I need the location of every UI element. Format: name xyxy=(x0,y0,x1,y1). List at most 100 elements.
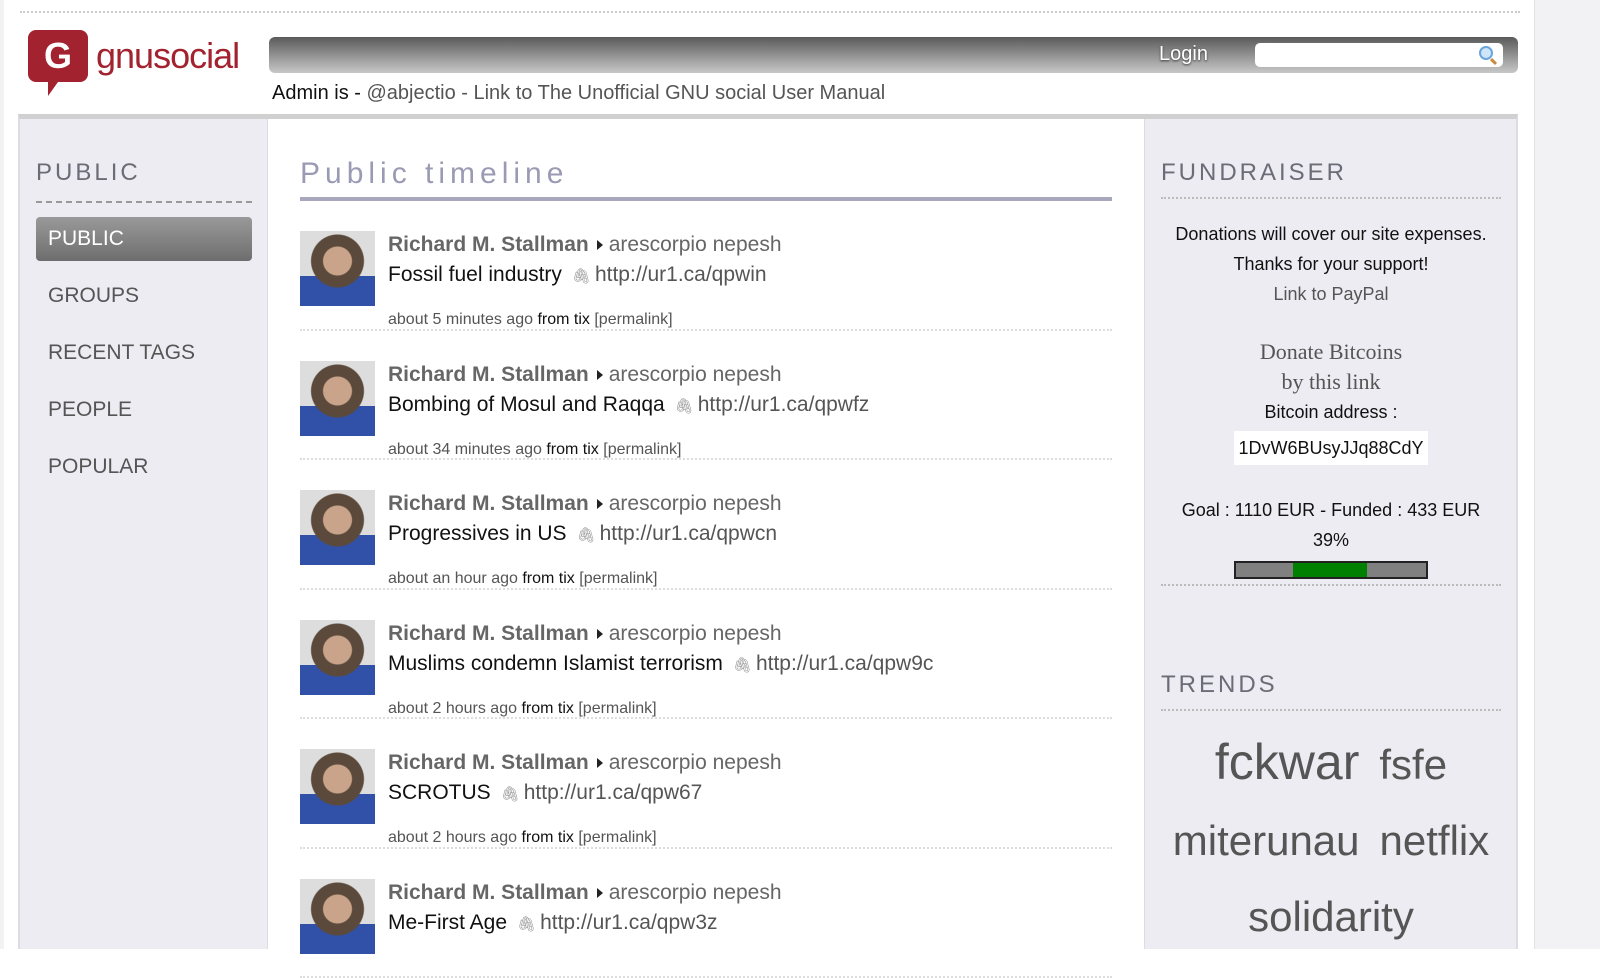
arrow-right-icon xyxy=(597,499,603,509)
notice-content: Bombing of Mosul and Raqqa 🖇http://ur1.ca… xyxy=(388,393,869,417)
notice-list: Richard M. Stallman arescorpio nepesh Fos… xyxy=(300,201,1112,978)
notice-text: SCROTUS xyxy=(388,781,491,804)
sidebar-item-recent-tags[interactable]: RECENT TAGS xyxy=(36,331,252,375)
percent-text: 39% xyxy=(1145,525,1517,555)
recipient-link[interactable]: arescorpio nepesh xyxy=(609,751,782,774)
logo-text: gnusocial xyxy=(96,35,239,77)
recipient-link[interactable]: arescorpio nepesh xyxy=(609,363,782,386)
notice-link[interactable]: http://ur1.ca/qpw3z xyxy=(540,911,717,934)
right-sidebar: FUNDRAISER Donations will cover our site… xyxy=(1144,119,1516,949)
timestamp-link[interactable]: about 5 minutes ago xyxy=(388,311,533,328)
notice-text: Fossil fuel industry xyxy=(388,263,562,286)
avatar[interactable] xyxy=(300,879,375,954)
notice-text: Muslims condemn Islamist terrorism xyxy=(388,652,723,675)
notice-link[interactable]: http://ur1.ca/qpwfz xyxy=(698,393,870,416)
notice: Richard M. Stallman arescorpio nepesh Fos… xyxy=(300,201,1112,331)
notice-text: Bombing of Mosul and Raqqa xyxy=(388,393,665,416)
site-logo[interactable]: G gnusocial xyxy=(28,30,239,82)
recipient-link[interactable]: arescorpio nepesh xyxy=(609,233,782,256)
timestamp-link[interactable]: about 34 minutes ago xyxy=(388,441,542,458)
permalink[interactable]: [permalink] xyxy=(579,570,657,587)
login-link[interactable]: Login xyxy=(1159,43,1208,66)
notice-meta: about 34 minutes ago from tix [permalink… xyxy=(388,441,682,459)
author-link[interactable]: Richard M. Stallman xyxy=(388,881,589,904)
funding-progress-bar xyxy=(1234,561,1428,579)
author-link[interactable]: Richard M. Stallman xyxy=(388,751,589,774)
sidebar-nav: PUBLIC GROUPS RECENT TAGS PEOPLE POPULAR xyxy=(36,217,252,502)
manual-link[interactable]: @abjectio - Link to The Unofficial GNU s… xyxy=(366,82,885,104)
timestamp-link[interactable]: about 2 hours ago xyxy=(388,700,517,717)
trend-tag[interactable]: fckwar xyxy=(1215,734,1359,790)
notice: Richard M. Stallman arescorpio nepesh Me-… xyxy=(300,849,1112,978)
donate-bitcoins-link[interactable]: by this link xyxy=(1145,367,1517,397)
trend-tag[interactable]: miterunau xyxy=(1173,817,1360,864)
notice-link[interactable]: http://ur1.ca/qpw9c xyxy=(756,652,933,675)
notice-header: Richard M. Stallman arescorpio nepesh xyxy=(388,622,782,646)
bitcoin-label: Bitcoin address : xyxy=(1145,397,1517,427)
progress-fill xyxy=(1293,563,1367,577)
notice-link[interactable]: http://ur1.ca/qpwin xyxy=(595,263,767,286)
fundraiser-section: Donations will cover our site expenses. … xyxy=(1145,219,1517,579)
arrow-right-icon xyxy=(597,629,603,639)
bitcoin-address[interactable]: 1DvW6BUsyJJq88CdY xyxy=(1234,431,1427,465)
page-edge xyxy=(0,0,4,949)
logo-icon: G xyxy=(28,30,88,82)
avatar[interactable] xyxy=(300,361,375,436)
page-edge xyxy=(1534,0,1600,949)
avatar[interactable] xyxy=(300,490,375,565)
paypal-link[interactable]: Link to PayPal xyxy=(1273,284,1388,304)
search-input[interactable] xyxy=(1255,43,1503,67)
author-link[interactable]: Richard M. Stallman xyxy=(388,233,589,256)
arrow-right-icon xyxy=(597,888,603,898)
attachment-icon: 🖇 xyxy=(675,398,694,415)
recipient-link[interactable]: arescorpio nepesh xyxy=(609,622,782,645)
timestamp-link[interactable]: about 2 hours ago xyxy=(388,829,517,846)
trend-tag[interactable]: fsfe xyxy=(1379,741,1447,788)
notice-meta: about 5 minutes ago from tix [permalink] xyxy=(388,311,673,329)
notice-header: Richard M. Stallman arescorpio nepesh xyxy=(388,881,782,905)
attachment-icon: 🖇 xyxy=(517,916,536,933)
attachment-icon: 🖇 xyxy=(577,527,596,544)
recipient-link[interactable]: arescorpio nepesh xyxy=(609,492,782,515)
attachment-icon: 🖇 xyxy=(501,786,520,803)
permalink[interactable]: [permalink] xyxy=(578,700,656,717)
timestamp-link[interactable]: about an hour ago xyxy=(388,570,518,587)
top-nav-bar: Login xyxy=(269,37,1518,73)
author-link[interactable]: Richard M. Stallman xyxy=(388,622,589,645)
arrow-right-icon xyxy=(597,758,603,768)
permalink[interactable]: [permalink] xyxy=(578,829,656,846)
sidebar-item-people[interactable]: PEOPLE xyxy=(36,388,252,432)
source: from tix xyxy=(546,441,598,458)
source: from tix xyxy=(537,311,589,328)
notice-text: Me-First Age xyxy=(388,911,507,934)
notice-link[interactable]: http://ur1.ca/qpw67 xyxy=(524,781,703,804)
sidebar-item-public[interactable]: PUBLIC xyxy=(36,217,252,261)
trend-tag[interactable]: netflix xyxy=(1380,817,1490,864)
recipient-link[interactable]: arescorpio nepesh xyxy=(609,881,782,904)
sidebar-item-groups[interactable]: GROUPS xyxy=(36,274,252,318)
goal-text: Goal : 1110 EUR - Funded : 433 EUR xyxy=(1145,495,1517,525)
permalink[interactable]: [permalink] xyxy=(603,441,681,458)
permalink[interactable]: [permalink] xyxy=(594,311,672,328)
donate-bitcoins-link[interactable]: Donate Bitcoins xyxy=(1145,337,1517,367)
avatar[interactable] xyxy=(300,231,375,306)
divider xyxy=(36,201,252,203)
notice-content: Muslims condemn Islamist terrorism🖇http:… xyxy=(388,652,933,676)
author-link[interactable]: Richard M. Stallman xyxy=(388,363,589,386)
fund-line: Donations will cover our site expenses. xyxy=(1145,219,1517,249)
search-icon[interactable] xyxy=(1479,46,1493,60)
avatar[interactable] xyxy=(300,749,375,824)
avatar[interactable] xyxy=(300,620,375,695)
notice-content: Fossil fuel industry🖇http://ur1.ca/qpwin xyxy=(388,263,767,287)
sidebar-item-popular[interactable]: POPULAR xyxy=(36,445,252,489)
notice: Richard M. Stallmanarescorpio nepesh Pro… xyxy=(300,460,1112,590)
sidebar-heading: PUBLIC xyxy=(36,159,141,187)
notice-header: Richard M. Stallman arescorpio nepesh xyxy=(388,492,782,516)
author-link[interactable]: Richard M. Stallman xyxy=(388,492,589,515)
divider xyxy=(1161,197,1501,199)
trends-cloud: fckwar fsfe miterunau netflix solidarity xyxy=(1145,729,1517,960)
trend-tag[interactable]: solidarity xyxy=(1248,893,1414,940)
admin-notice: Admin is - @abjectio - Link to The Unoff… xyxy=(272,82,885,105)
notice-link[interactable]: http://ur1.ca/qpwcn xyxy=(600,522,777,545)
notice: Richard M. Stallman arescorpio nepesh Mus… xyxy=(300,590,1112,720)
